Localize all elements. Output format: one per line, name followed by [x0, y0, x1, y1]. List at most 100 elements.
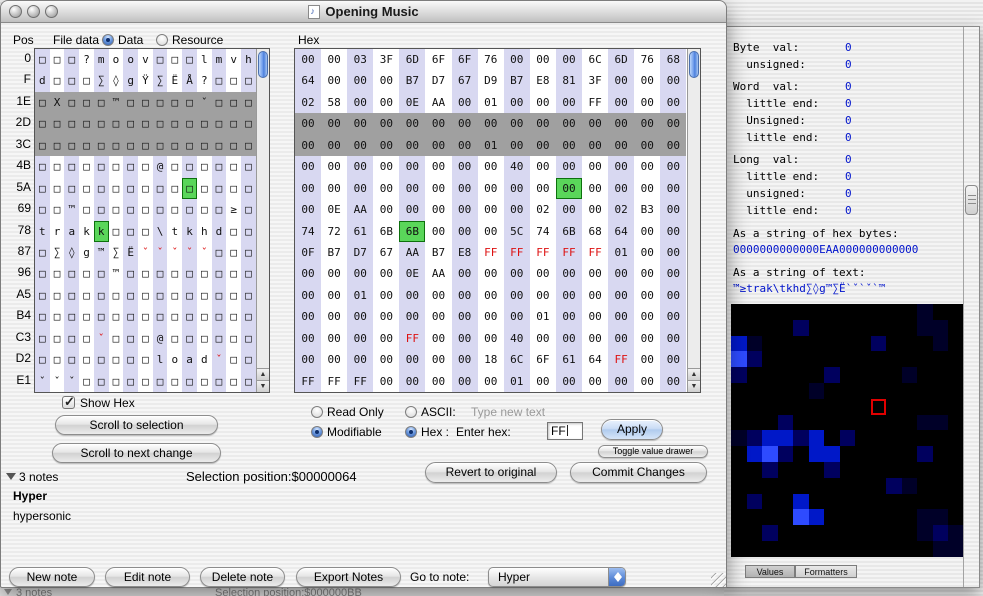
ascii-cell[interactable]: □	[123, 263, 139, 285]
ascii-cell[interactable]: □	[138, 113, 153, 135]
ascii-cell[interactable]: g	[123, 70, 139, 92]
hex-cell[interactable]: 00	[373, 70, 399, 91]
ascii-cell[interactable]: t	[35, 220, 50, 242]
hex-cell[interactable]: 00	[373, 199, 399, 220]
ascii-cell[interactable]: □	[138, 371, 153, 392]
ascii-cell[interactable]: □	[123, 284, 139, 307]
hex-cell[interactable]: FF	[399, 327, 426, 350]
ascii-cell[interactable]: □	[241, 263, 256, 285]
hex-cell[interactable]: 00	[347, 91, 374, 114]
hex-cell[interactable]: 00	[582, 134, 609, 157]
hex-cell[interactable]: 02	[608, 199, 635, 221]
hex-cell[interactable]: 00	[321, 70, 347, 91]
hex-cell[interactable]: 00	[321, 49, 347, 70]
hex-cell[interactable]: 67	[451, 70, 478, 92]
ascii-cell[interactable]: □	[93, 306, 109, 328]
ascii-cell[interactable]: □	[79, 371, 94, 392]
hex-cell[interactable]: 00	[347, 113, 374, 135]
ascii-entry-radio[interactable]	[405, 406, 417, 418]
ascii-cell[interactable]: □	[167, 285, 182, 306]
hex-cell[interactable]: 00	[451, 370, 478, 392]
hex-cell[interactable]: 00	[582, 113, 609, 135]
modifiable-radio[interactable]	[311, 426, 323, 438]
ascii-cell[interactable]: □	[182, 327, 197, 350]
ascii-cell[interactable]: □	[182, 91, 197, 114]
hex-cell[interactable]: 00	[373, 156, 399, 177]
hex-cell[interactable]: FF	[608, 349, 635, 371]
goto-note-popup[interactable]: Hyper	[488, 567, 626, 587]
ascii-scrollbar[interactable]	[256, 49, 269, 392]
ascii-cell[interactable]: l	[197, 49, 212, 70]
hex-cell[interactable]: 00	[451, 177, 478, 200]
hex-cell[interactable]: 01	[347, 284, 374, 307]
ascii-cell[interactable]: □	[93, 199, 109, 221]
hex-cell[interactable]: 03	[347, 49, 374, 71]
ascii-cell[interactable]: □	[226, 91, 242, 114]
ascii-cell[interactable]: □	[93, 177, 109, 200]
hex-cell[interactable]: 00	[399, 370, 426, 392]
ascii-cell[interactable]: □	[138, 178, 153, 199]
hex-cell[interactable]: 64	[582, 349, 608, 370]
hex-cell[interactable]: 00	[451, 306, 478, 328]
show-hex-checkbox[interactable]	[62, 394, 75, 410]
ascii-cell[interactable]: □	[138, 349, 153, 370]
hex-cell[interactable]: 00	[451, 91, 478, 114]
hex-cell[interactable]: 81	[555, 70, 583, 92]
hex-cell[interactable]: 00	[634, 242, 660, 263]
ascii-cell[interactable]: □	[79, 349, 94, 370]
hex-cell[interactable]: 00	[660, 70, 687, 92]
ascii-cell[interactable]: □	[196, 134, 212, 157]
ascii-cell[interactable]: Ë	[123, 241, 139, 264]
hex-cell[interactable]: 00	[660, 156, 687, 178]
ascii-cell[interactable]: □	[138, 285, 153, 306]
hex-cell[interactable]: 00	[555, 91, 583, 114]
ascii-cell[interactable]: □	[211, 177, 227, 200]
hex-cell[interactable]: 00	[582, 371, 608, 392]
hex-cell[interactable]: 01	[478, 92, 504, 113]
hex-cell[interactable]: 00	[295, 156, 322, 178]
ascii-cell[interactable]: □	[109, 156, 124, 177]
ascii-cell[interactable]: □	[109, 178, 124, 199]
ascii-cell[interactable]: □	[182, 370, 197, 392]
ascii-cell[interactable]: ◊	[109, 70, 124, 91]
hex-cell[interactable]: 3F	[373, 49, 399, 70]
ascii-cell[interactable]: □	[241, 199, 256, 221]
hex-cell[interactable]: FF	[555, 241, 583, 264]
hex-cell[interactable]: 00	[321, 134, 348, 157]
ascii-cell[interactable]: □	[182, 177, 197, 200]
hex-cell[interactable]: 00	[425, 285, 451, 306]
ascii-cell[interactable]: □	[35, 306, 50, 328]
hex-cell[interactable]: 00	[582, 285, 608, 306]
ascii-cell[interactable]: □	[123, 349, 139, 371]
ascii-cell[interactable]: □	[167, 263, 182, 284]
ascii-cell[interactable]: □	[241, 70, 256, 92]
hex-cell[interactable]: 00	[530, 178, 556, 199]
ascii-cell[interactable]: □	[79, 306, 94, 327]
ascii-cell[interactable]: @	[152, 156, 168, 178]
hex-cell[interactable]: 00	[555, 327, 583, 350]
ascii-cell[interactable]: k	[79, 221, 94, 242]
ascii-cell[interactable]: □	[152, 134, 168, 157]
hex-cell[interactable]: 00	[530, 371, 556, 392]
hex-cell[interactable]: 40	[503, 156, 530, 178]
ascii-cell[interactable]: □	[35, 327, 50, 350]
hex-cell[interactable]: 6B	[373, 221, 399, 242]
ascii-cell[interactable]: ˇ	[182, 241, 197, 264]
ascii-cell[interactable]: □	[152, 49, 168, 71]
ascii-cell[interactable]: a	[182, 349, 197, 371]
ascii-cell[interactable]: \	[152, 220, 168, 242]
hex-cell[interactable]: 00	[399, 199, 426, 221]
hex-cell[interactable]: 00	[478, 263, 504, 284]
hex-scrollbar-thumb[interactable]	[689, 51, 699, 78]
hex-cell[interactable]: D9	[478, 70, 504, 91]
hex-cell[interactable]: 00	[634, 134, 661, 157]
ascii-cell[interactable]: d	[211, 220, 227, 242]
ascii-cell[interactable]: □	[138, 263, 153, 284]
hex-cell[interactable]: 00	[555, 306, 583, 328]
ascii-cell[interactable]: □	[226, 306, 241, 327]
hex-cell[interactable]: 00	[660, 327, 687, 350]
ascii-cell[interactable]: k	[93, 220, 109, 242]
hex-cell[interactable]: 00	[373, 113, 400, 135]
hex-cell[interactable]: 00	[503, 134, 530, 157]
hex-cell[interactable]: 64	[295, 70, 322, 92]
